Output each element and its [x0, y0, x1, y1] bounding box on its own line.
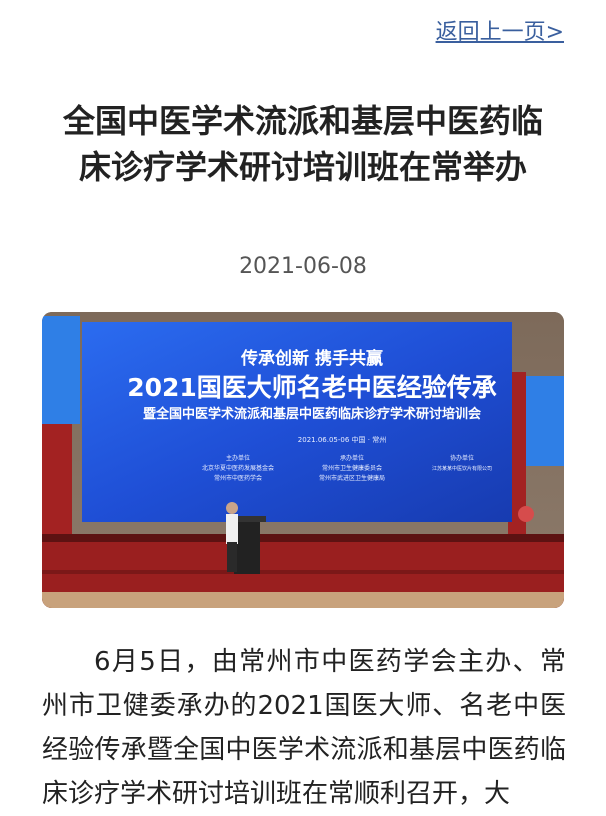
article-date: 2021-06-08: [239, 254, 367, 279]
banner-slogan: 传承创新 携手共赢: [240, 348, 383, 369]
article-body: 6月5日，由常州市中医药学会主办、常州市卫健委承办的2021国医大师、名老中医经…: [42, 647, 566, 809]
organizer-label: 承办单位: [340, 454, 364, 462]
article-title: 全国中医学术流派和基层中医药临床诊疗学术研讨培训班在常举办: [62, 102, 543, 186]
organizer-2: 常州市武进区卫生健康局: [319, 474, 385, 482]
host-2: 常州市中医药学会: [214, 474, 262, 482]
banner-subtitle: 暨全国中医学术流派和基层中医药临床诊疗学术研讨培训会: [143, 406, 482, 422]
co-organizer-1: 江苏某某中医饮片有限公司: [432, 465, 492, 472]
banner-date: 2021.06.05-06 中国 · 常州: [298, 435, 386, 444]
organizer-1: 常州市卫生健康委员会: [322, 464, 382, 472]
banner-main-title: 2021国医大师名老中医经验传承: [127, 373, 497, 402]
article-photo: 传承创新 携手共赢 2021国医大师名老中医经验传承 暨全国中医学术流派和基层中…: [42, 312, 564, 608]
host-label: 主办单位: [226, 454, 250, 462]
co-organizer-label: 协办单位: [450, 454, 474, 462]
host-1: 北京华夏中医药发展基金会: [202, 464, 274, 472]
back-link[interactable]: 返回上一页>: [436, 14, 564, 46]
